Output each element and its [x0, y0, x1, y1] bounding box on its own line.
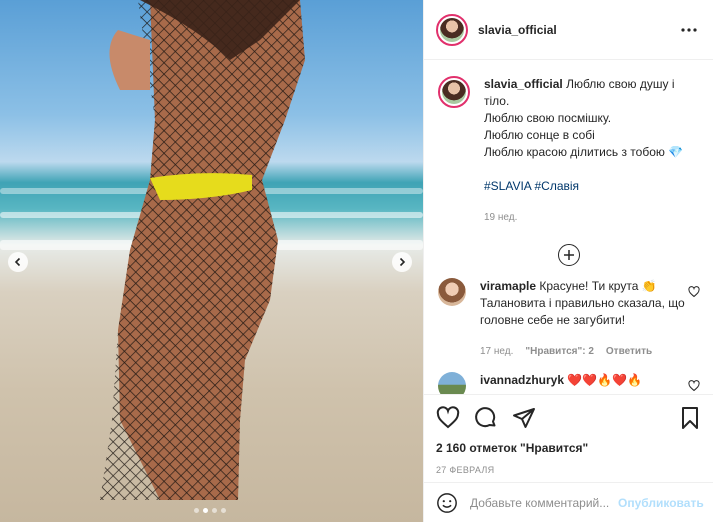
publish-button[interactable]: Опубликовать	[618, 496, 704, 510]
paper-plane-icon	[513, 408, 535, 428]
carousel-indicator	[194, 508, 226, 513]
more-horizontal-icon	[681, 27, 697, 32]
comment-item: ivannadzhuryk ❤️❤️🔥❤️🔥	[438, 372, 700, 394]
comment-author[interactable]: ivannadzhuryk	[480, 373, 564, 387]
caption: slavia_official Люблю свою душу і тіло. …	[438, 76, 700, 226]
commenter-avatar[interactable]	[438, 278, 466, 306]
save-button[interactable]	[678, 406, 702, 430]
likes-count[interactable]: 2 160 отметок "Нравится"	[436, 441, 702, 455]
caption-hashtags[interactable]: #SLAVIA #Славія	[484, 178, 700, 195]
comment-item: viramaple Красуне! Ти крута 👏 Талановита…	[438, 278, 700, 360]
carousel-dot	[194, 508, 199, 513]
like-button[interactable]	[436, 406, 460, 430]
comment-text: ❤️❤️🔥❤️🔥	[567, 373, 643, 387]
comment-author[interactable]: viramaple	[480, 279, 536, 293]
comment-bubble-icon	[475, 407, 496, 428]
caption-line: Люблю сонце в собі	[484, 128, 595, 142]
heart-icon	[436, 406, 460, 429]
carousel-prev-button[interactable]	[8, 252, 28, 272]
caption-avatar[interactable]	[438, 76, 470, 108]
post-photo[interactable]	[0, 0, 423, 522]
comment-like-button[interactable]	[688, 286, 700, 298]
chevron-right-icon	[399, 257, 406, 267]
comment-time[interactable]: 17 нед.	[480, 343, 513, 360]
post-date[interactable]: 27 ФЕВРАЛЯ	[436, 465, 702, 475]
post-header: slavia_official	[424, 0, 713, 60]
comment-reply-button[interactable]: Ответить	[606, 343, 652, 360]
caption-author[interactable]: slavia_official	[484, 77, 563, 91]
author-avatar[interactable]	[436, 13, 468, 46]
emoji-button[interactable]	[436, 492, 458, 514]
load-more-comments[interactable]	[438, 244, 700, 266]
comments-list[interactable]: slavia_official Люблю свою душу і тіло. …	[424, 60, 713, 394]
commenter-avatar[interactable]	[438, 372, 466, 394]
author-username[interactable]: slavia_official	[478, 23, 557, 37]
chevron-left-icon	[14, 257, 21, 267]
emoji-smiley-icon	[437, 492, 457, 513]
share-button[interactable]	[512, 406, 536, 430]
carousel-dot	[212, 508, 217, 513]
comment-input[interactable]	[470, 495, 618, 510]
carousel-dot-active	[203, 508, 208, 513]
comment-button[interactable]	[474, 406, 498, 430]
comment-likes[interactable]: "Нравится": 2	[525, 343, 594, 360]
more-options-button[interactable]	[677, 18, 701, 42]
comment-like-button[interactable]	[688, 380, 700, 392]
post-side-panel: slavia_official slavia_official Люблю св…	[423, 0, 713, 522]
caption-time: 19 нед.	[484, 212, 518, 223]
plus-icon	[564, 250, 574, 260]
heart-icon	[688, 286, 700, 298]
add-comment-bar: Опубликовать	[424, 482, 713, 522]
beach-figure	[100, 0, 305, 500]
carousel-dot	[221, 508, 226, 513]
post-actions: 2 160 отметок "Нравится" 27 ФЕВРАЛЯ	[424, 394, 713, 475]
caption-line: Люблю свою посмішку.	[484, 111, 612, 125]
carousel-next-button[interactable]	[392, 252, 412, 272]
bookmark-icon	[682, 407, 698, 429]
caption-line: Люблю красою ділитись з тобою 💎	[484, 145, 684, 159]
heart-icon	[688, 380, 700, 392]
